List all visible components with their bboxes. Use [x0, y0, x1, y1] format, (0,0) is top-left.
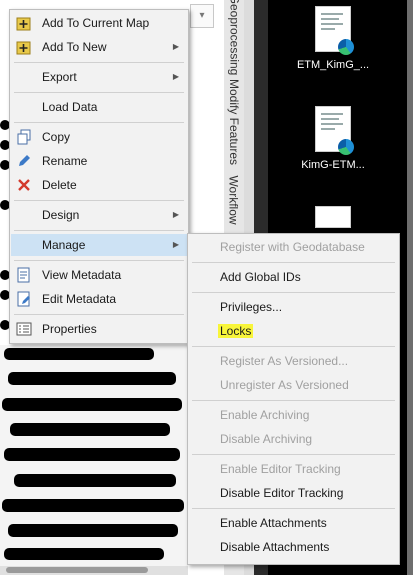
desktop-icon-label: ETM_KimG_... [296, 59, 370, 71]
menu-item-design[interactable]: Design ▶ [11, 204, 187, 226]
menu-item-manage[interactable]: Manage ▶ [11, 234, 187, 256]
desktop-icon-kimg-etm[interactable]: KimG-ETM... [288, 106, 378, 171]
menu-separator [192, 346, 395, 347]
manage-submenu: Register with Geodatabase Add Global IDs… [187, 233, 400, 565]
edge-browser-icon [338, 39, 354, 55]
menu-item-disable-editor-tracking[interactable]: Disable Editor Tracking [189, 482, 398, 504]
submenu-arrow-icon: ▶ [172, 72, 179, 81]
menu-separator [14, 122, 184, 123]
menu-item-load-data[interactable]: Load Data [11, 96, 187, 118]
edit-metadata-icon [17, 291, 30, 307]
menu-item-add-to-new[interactable]: Add To New ▶ [11, 36, 187, 58]
pdf-document-icon [315, 106, 354, 155]
submenu-arrow-icon: ▶ [172, 42, 179, 51]
menu-separator [14, 62, 184, 63]
metadata-icon [17, 267, 30, 283]
desktop-icon-etm-kimg[interactable]: ETM_KimG_... [288, 6, 378, 71]
menu-separator [14, 230, 184, 231]
delete-x-icon [18, 179, 30, 191]
menu-item-copy[interactable]: Copy [11, 126, 187, 148]
submenu-arrow-icon: ▶ [172, 210, 179, 219]
menu-item-enable-archiving[interactable]: Enable Archiving [189, 404, 398, 426]
menu-item-enable-editor-tracking[interactable]: Enable Editor Tracking [189, 458, 398, 480]
add-data-icon [16, 41, 31, 55]
locks-label: Locks [218, 324, 254, 338]
menu-item-disable-archiving[interactable]: Disable Archiving [189, 428, 398, 450]
menu-separator [14, 314, 184, 315]
pdf-document-icon [315, 6, 354, 55]
menu-separator [14, 260, 184, 261]
menu-separator [14, 200, 184, 201]
edge-browser-icon [338, 139, 354, 155]
menu-item-privileges[interactable]: Privileges... [189, 296, 398, 318]
menu-separator [192, 262, 395, 263]
menu-item-export[interactable]: Export ▶ [11, 66, 187, 88]
dropdown-chevron-icon[interactable]: ▾ [190, 4, 214, 28]
submenu-arrow-icon: ▶ [172, 240, 179, 249]
menu-item-unregister-as-versioned[interactable]: Unregister As Versioned [189, 374, 398, 396]
properties-icon [16, 322, 32, 336]
menu-item-register-as-versioned[interactable]: Register As Versioned... [189, 350, 398, 372]
tab-geoprocessing[interactable]: Geoprocessing [224, 0, 244, 75]
desktop-icon-label: KimG-ETM... [301, 159, 365, 171]
menu-item-disable-attachments[interactable]: Disable Attachments [189, 536, 398, 558]
copy-icon [17, 129, 31, 145]
pencil-icon [19, 155, 30, 166]
menu-separator [14, 92, 184, 93]
desktop-icon-partial[interactable] [288, 206, 378, 228]
menu-item-enable-attachments[interactable]: Enable Attachments [189, 512, 398, 534]
menu-separator [192, 400, 395, 401]
pdf-document-icon [315, 206, 351, 228]
scrollbar-thumb[interactable] [6, 567, 148, 573]
menu-item-add-to-current-map[interactable]: Add To Current Map [11, 12, 187, 34]
menu-item-register-with-geodatabase[interactable]: Register with Geodatabase [189, 236, 398, 258]
tab-modify-features[interactable]: Modify Features [224, 76, 244, 168]
desktop-scroll-edge [407, 0, 413, 575]
context-menu: Add To Current Map Add To New ▶ Export ▶… [9, 9, 189, 344]
menu-item-view-metadata[interactable]: View Metadata [11, 264, 187, 286]
menu-separator [192, 292, 395, 293]
add-data-icon [16, 17, 31, 31]
menu-separator [192, 508, 395, 509]
menu-item-locks[interactable]: Locks [189, 320, 398, 342]
tab-workflow[interactable]: Workflow [224, 172, 244, 228]
menu-separator [192, 454, 395, 455]
menu-item-properties[interactable]: Properties [11, 318, 187, 340]
menu-item-delete[interactable]: Delete [11, 174, 187, 196]
menu-item-add-global-ids[interactable]: Add Global IDs [189, 266, 398, 288]
menu-item-edit-metadata[interactable]: Edit Metadata [11, 288, 187, 310]
menu-item-rename[interactable]: Rename [11, 150, 187, 172]
